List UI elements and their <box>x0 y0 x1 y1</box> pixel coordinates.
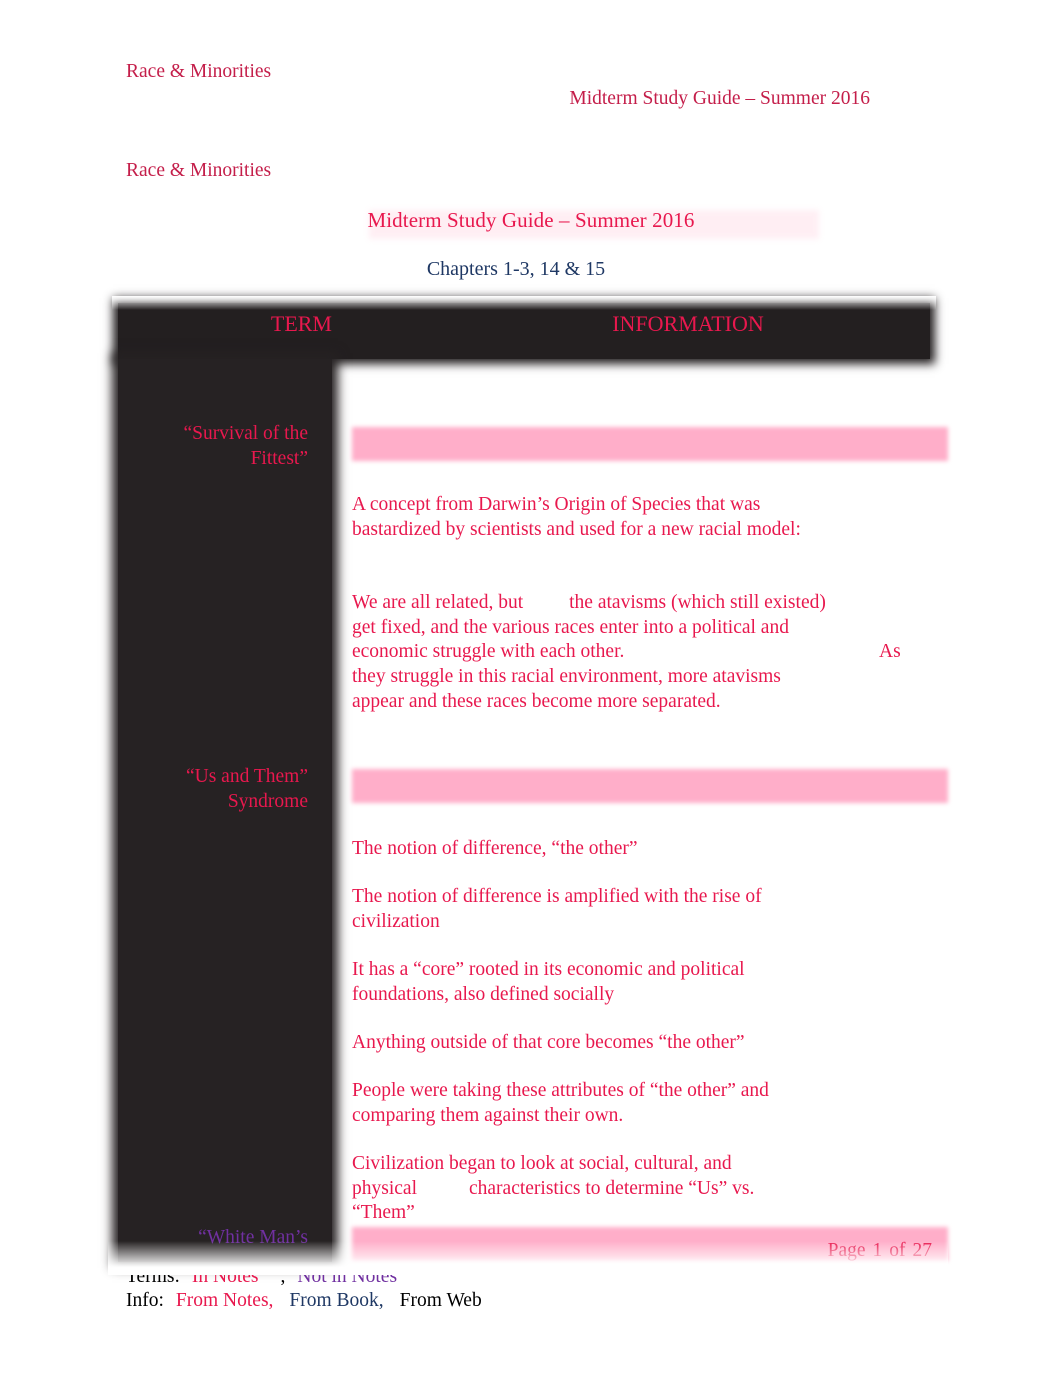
paragraph-usandthem-4: Anything outside of that core becomes “t… <box>352 1032 745 1053</box>
title-course: Race & Minorities <box>126 160 272 181</box>
paragraph-survival-1: A concept from Darwin’s Origin of Specie… <box>352 494 801 540</box>
legend-not-in-notes: Not in Notes <box>297 1266 398 1287</box>
paragraph-survival-3: they struggle in this racial environment… <box>352 666 781 712</box>
legend-terms-label: Terms: <box>126 1266 180 1287</box>
main-title: Midterm Study Guide – Summer 2016 <box>367 208 820 239</box>
study-guide-table: TERM INFORMATION “Survival of the Fittes… <box>108 296 948 1275</box>
term-label-usandthem-line1: “Us and Them” <box>185 766 308 787</box>
of-word: of <box>889 1240 906 1261</box>
term-label-usandthem-line2: Syndrome <box>227 791 308 812</box>
page-current: 1 <box>872 1240 883 1261</box>
paragraph-usandthem-6: Civilization began to look at social, cu… <box>352 1152 782 1226</box>
paragraph-usandthem-1: The notion of difference, “the other” <box>352 838 638 859</box>
table-header-row: TERM INFORMATION <box>112 296 936 359</box>
running-header: Race & Minorities Midterm Study Guide – … <box>126 60 936 110</box>
paragraph-usandthem-2: The notion of difference is amplified wi… <box>352 886 762 932</box>
legend-info-row: Info: From Notes, From Book, From Web <box>126 1289 482 1313</box>
column-header-information: INFORMATION <box>612 311 764 336</box>
running-header-course: Race & Minorities <box>126 61 272 82</box>
page-word: Page <box>827 1240 866 1261</box>
paragraph-usandthem-3: It has a “core” rooted in its economic a… <box>352 959 745 1005</box>
paragraph-survival-tail-as: As <box>879 641 901 662</box>
highlight-band <box>352 769 948 803</box>
term-label-whitemans: “White Man’s <box>198 1227 308 1248</box>
term-label-survival-line2: Fittest” <box>250 448 308 469</box>
paragraph-survival-2a: We are all related, but <box>352 592 524 613</box>
term-label-survival-line1: “Survival of the <box>183 423 308 444</box>
paragraph-survival-2: We are all related, but the atavisms (whi… <box>352 591 834 665</box>
document-page: Race & Minorities Midterm Study Guide – … <box>0 0 1062 1377</box>
paragraph-usandthem-5: People were taking these attributes of “… <box>352 1080 769 1126</box>
main-title-text: Midterm Study Guide – Summer 2016 <box>367 208 695 232</box>
legend-info-label: Info: <box>126 1290 164 1311</box>
legend-from-notes: From Notes, <box>175 1290 274 1311</box>
running-header-title: Midterm Study Guide – Summer 2016 <box>569 88 870 110</box>
legend-in-notes: In Notes <box>191 1266 259 1287</box>
legend-from-web: From Web <box>399 1290 482 1311</box>
highlight-band <box>352 427 948 461</box>
legend-comma: , <box>280 1266 286 1287</box>
table-body: “Survival of the Fittest” A concept from… <box>108 359 948 1275</box>
legend-terms-row: Terms: In Notes, Not in Notes <box>126 1265 482 1289</box>
chapters-line: Chapters 1-3, 14 & 15 <box>426 258 606 280</box>
page-total: 27 <box>912 1240 933 1261</box>
main-title-wrap: Midterm Study Guide – Summer 2016 <box>126 208 936 239</box>
legend: Terms: In Notes, Not in Notes Info: From No… <box>126 1265 482 1313</box>
legend-from-book: From Book, <box>289 1290 384 1311</box>
column-header-term: TERM <box>270 311 332 336</box>
